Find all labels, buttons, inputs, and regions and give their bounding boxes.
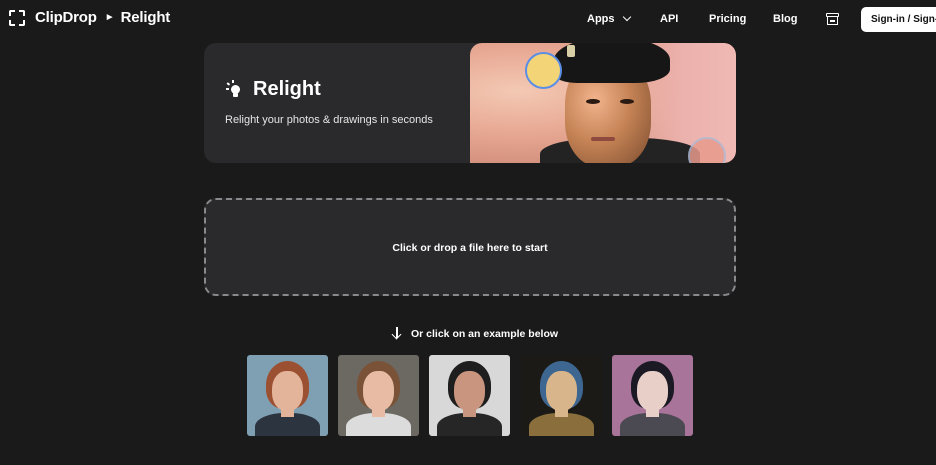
chevron-down-icon xyxy=(622,12,631,22)
nav-apps-label: Apps xyxy=(587,13,615,25)
file-dropzone[interactable]: Click or drop a file here to start xyxy=(204,198,736,296)
top-nav-bar: ClipDrop ► Relight Apps API Pricing Blog… xyxy=(0,0,936,38)
nav-api-link[interactable]: API xyxy=(660,0,678,38)
lightbulb-icon xyxy=(226,80,242,99)
hero-relit-portrait-image xyxy=(470,43,736,163)
example-thumbnail[interactable] xyxy=(429,355,510,436)
examples-hint-label: Or click on an example below xyxy=(411,327,559,340)
dropzone-label: Click or drop a file here to start xyxy=(392,242,548,254)
breadcrumb-separator-icon: ► xyxy=(104,12,115,23)
page-subtitle: Relight your photos & drawings in second… xyxy=(225,114,433,126)
current-app-name: Relight xyxy=(120,9,171,26)
archive-icon[interactable] xyxy=(826,13,839,25)
logo-link[interactable]: ClipDrop ► Relight xyxy=(9,9,170,26)
page-title: Relight xyxy=(253,78,321,100)
light-source-handle xyxy=(525,52,562,89)
nav-pricing-link[interactable]: Pricing xyxy=(709,0,746,38)
example-thumbnail[interactable] xyxy=(521,355,602,436)
brand-name: ClipDrop xyxy=(35,9,97,26)
arrow-down-icon xyxy=(391,327,402,340)
example-thumbnail[interactable] xyxy=(338,355,419,436)
hero-card: Relight Relight your photos & drawings i… xyxy=(204,43,736,163)
examples-hint: Or click on an example below xyxy=(391,327,559,340)
signin-button[interactable]: Sign-in / Sign-up xyxy=(861,7,936,32)
clipdrop-logo-icon xyxy=(9,9,25,26)
nav-apps-menu[interactable]: Apps xyxy=(587,0,631,38)
example-thumbnail[interactable] xyxy=(247,355,328,436)
example-thumbnail[interactable] xyxy=(612,355,693,436)
nav-blog-link[interactable]: Blog xyxy=(773,0,797,38)
